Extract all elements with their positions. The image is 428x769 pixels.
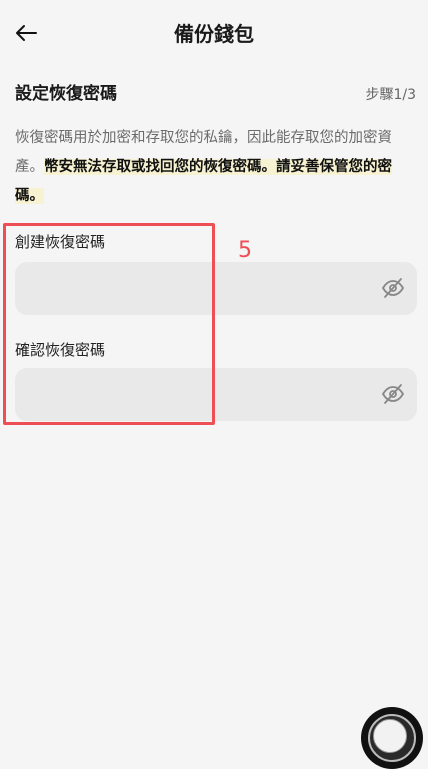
step-indicator: 步驟1/3 [365, 87, 416, 103]
floating-assistive-button[interactable] [361, 707, 423, 769]
annotation-number: 5 [238, 238, 252, 263]
eye-off-icon [381, 384, 405, 404]
section-title: 設定恢復密碼 [15, 84, 117, 104]
warning-text: 幣安無法存取或找回您的恢復密碼。請妥善保管您的密碼。 [15, 159, 392, 204]
eye-off-icon [381, 278, 405, 298]
create-password-visibility-toggle[interactable] [381, 276, 405, 300]
confirm-password-visibility-toggle[interactable] [381, 382, 405, 406]
page-title: 備份錢包 [174, 22, 254, 46]
header-bar: 備份錢包 [0, 0, 428, 68]
description: 恢復密碼用於加密和存取您的私鑰，因此能存取您的加密資產。幣安無法存取或找回您的恢… [15, 124, 415, 211]
assistive-touch-icon [373, 719, 407, 753]
annotation-highlight-box [3, 223, 215, 425]
